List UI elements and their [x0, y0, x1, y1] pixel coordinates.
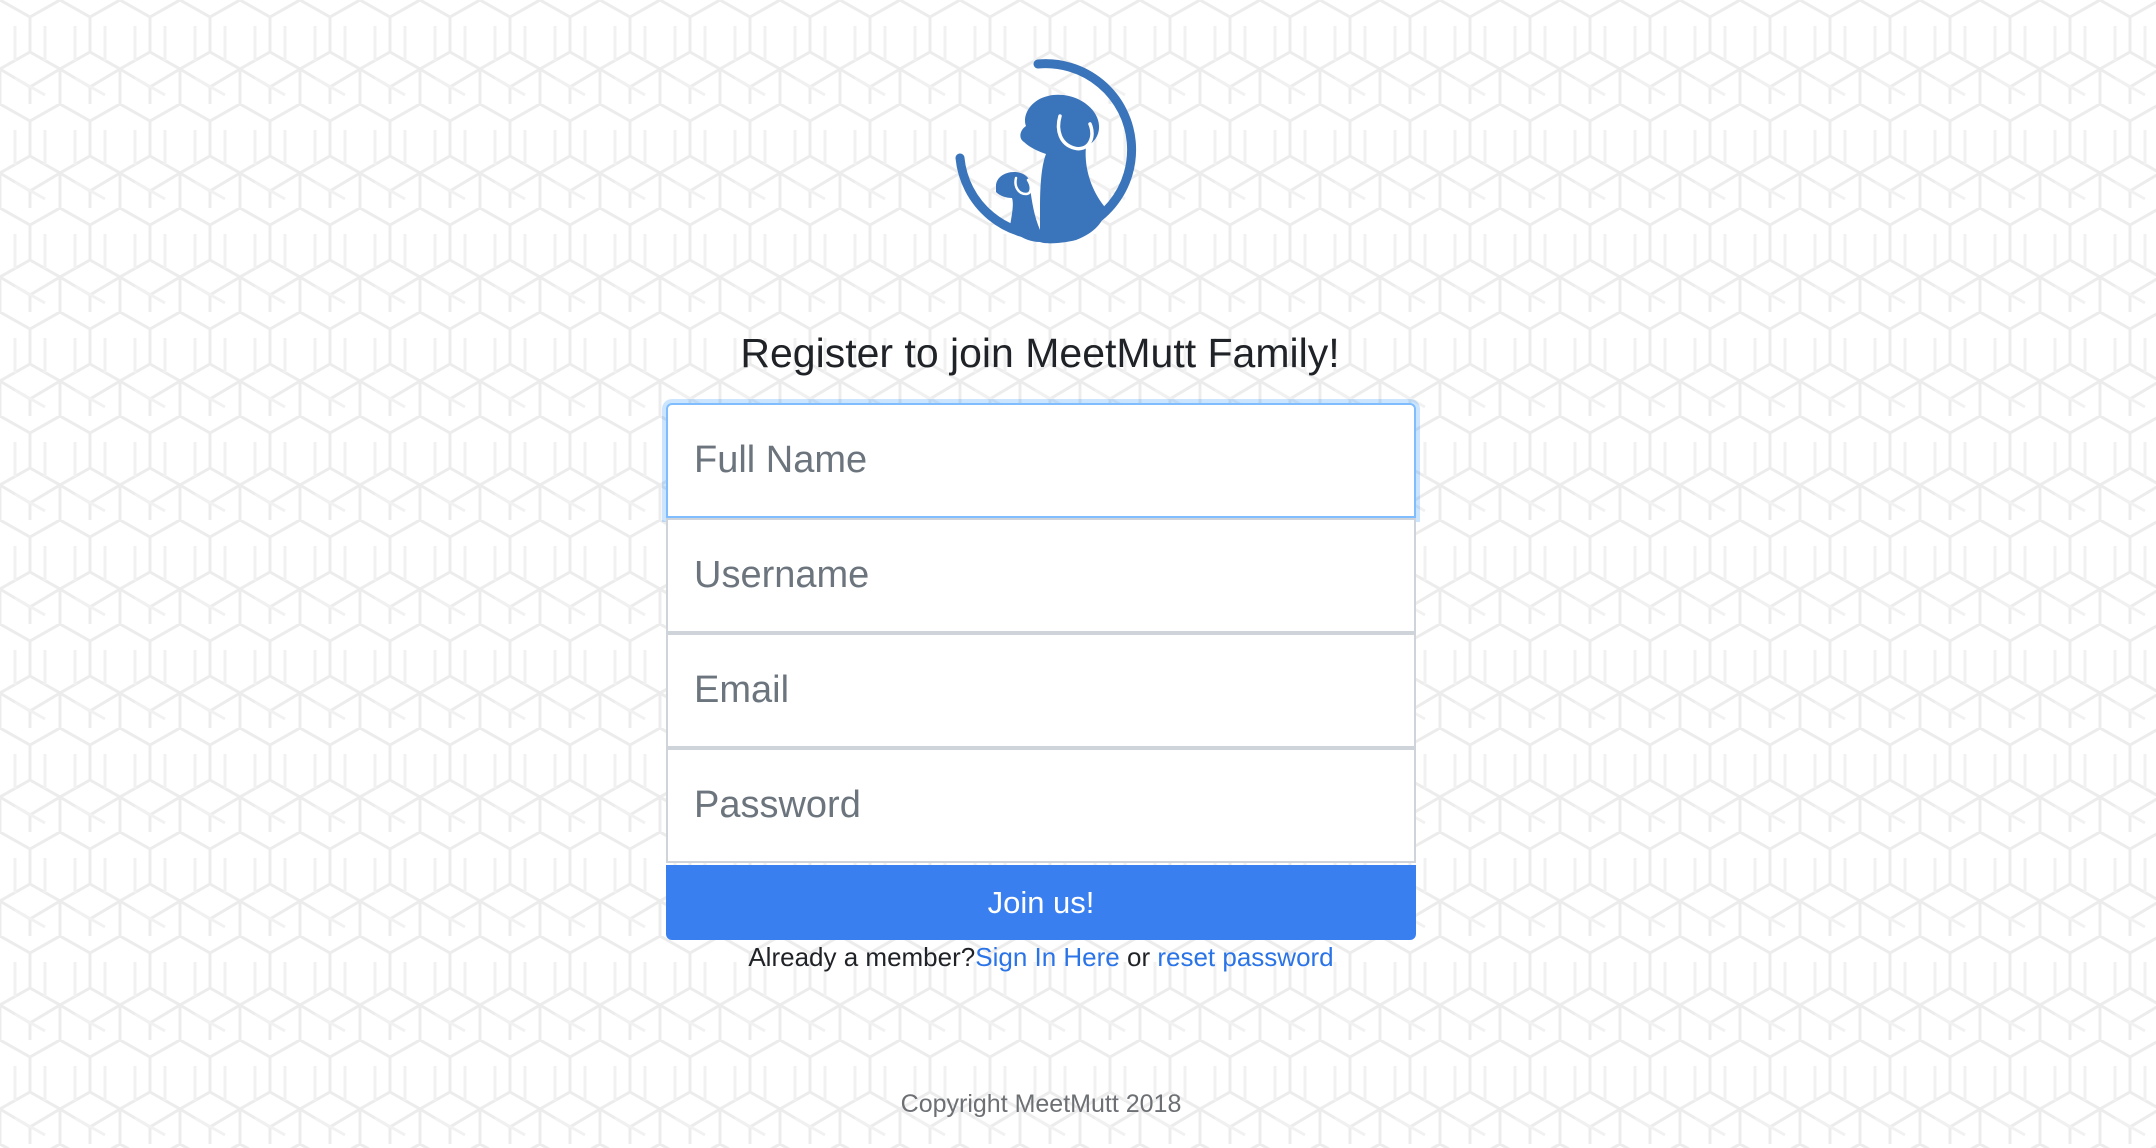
email-input[interactable] — [666, 633, 1416, 748]
sign-in-link[interactable]: Sign In Here — [975, 942, 1120, 972]
full-name-input[interactable] — [666, 403, 1416, 518]
already-member-line: Already a member?Sign In Here or reset p… — [666, 940, 1416, 974]
password-input[interactable] — [666, 748, 1416, 863]
already-member-text: Already a member? — [748, 942, 976, 972]
or-separator: or — [1119, 942, 1158, 972]
copyright-text: Copyright MeetMutt 2018 — [900, 1090, 1182, 1118]
reset-password-link[interactable]: reset password — [1157, 942, 1333, 972]
join-button[interactable]: Join us! — [666, 865, 1416, 940]
registration-form: Join us! — [666, 403, 1416, 940]
page-title: Register to join MeetMutt Family! — [740, 330, 1340, 376]
dog-and-puppy-logo-icon — [955, 59, 1137, 244]
username-input[interactable] — [666, 518, 1416, 633]
